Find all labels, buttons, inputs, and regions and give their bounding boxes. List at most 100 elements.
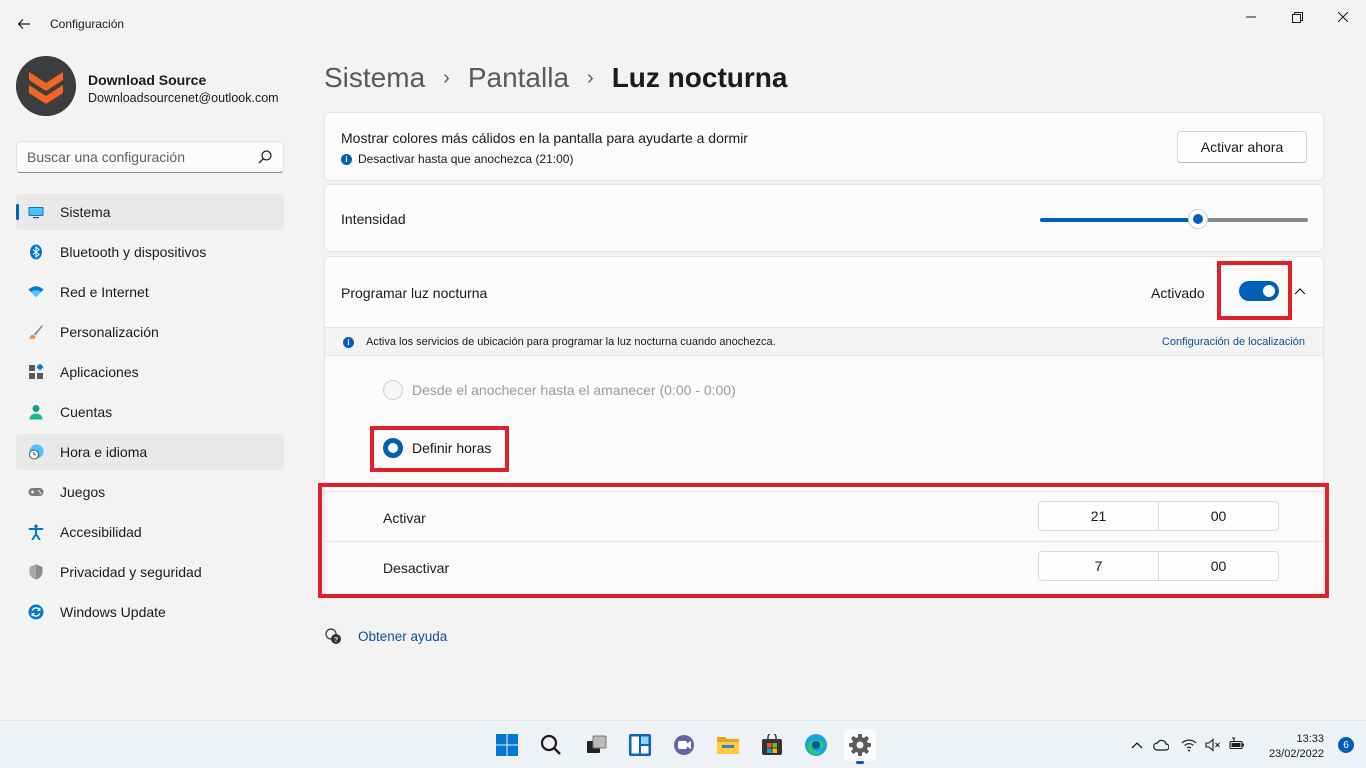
schedule-header[interactable]: Programar luz nocturna Activado — [325, 257, 1323, 327]
intensity-label: Intensidad — [341, 211, 406, 227]
turn-off-row: Desactivar 7 00 — [325, 541, 1323, 593]
task-view-button[interactable] — [581, 729, 613, 761]
avatar — [16, 56, 76, 116]
settings-app-button[interactable] — [844, 729, 876, 764]
sidebar-item-bluetooth[interactable]: Bluetooth y dispositivos — [16, 234, 284, 270]
radio-button[interactable] — [383, 380, 403, 400]
battery-charging-icon[interactable] — [1229, 737, 1245, 753]
sidebar-item-red[interactable]: Red e Internet — [16, 274, 284, 310]
monitor-icon — [28, 207, 44, 219]
svg-text:?: ? — [334, 637, 338, 644]
brush-icon — [29, 325, 43, 339]
sidebar-item-label: Red e Internet — [60, 284, 149, 300]
hour-field[interactable]: 7 — [1039, 552, 1158, 580]
radio-sunset-sunrise[interactable]: Desde el anochecer hasta el amanecer (0:… — [383, 379, 736, 401]
notification-badge[interactable]: 6 — [1338, 737, 1354, 753]
sidebar-item-accesibilidad[interactable]: Accesibilidad — [16, 514, 284, 550]
close-button[interactable] — [1320, 0, 1366, 34]
get-help-label: Obtener ayuda — [358, 628, 448, 644]
arrow-left-icon — [17, 19, 30, 29]
schedule-card: Programar luz nocturna Activado i Activa… — [324, 256, 1324, 596]
search-input[interactable] — [27, 142, 257, 172]
breadcrumb-separator: › — [443, 66, 450, 89]
minute-field[interactable]: 00 — [1158, 552, 1278, 580]
schedule-status: Activado — [1151, 285, 1205, 301]
windows-start-icon — [496, 734, 518, 756]
slider-fill — [1040, 218, 1199, 222]
night-light-status: i Desactivar hasta que anochezca (21:00) — [341, 152, 573, 166]
widgets-button[interactable] — [624, 729, 656, 761]
sidebar-item-hora-idioma[interactable]: Hora e idioma — [16, 434, 284, 470]
edge-icon — [805, 734, 827, 756]
edge-browser-button[interactable] — [800, 729, 832, 761]
brand-logo-icon — [16, 56, 76, 116]
sidebar-item-label: Privacidad y seguridad — [60, 564, 202, 580]
sidebar-item-label: Cuentas — [60, 404, 113, 420]
sidebar-item-juegos[interactable]: Juegos — [16, 474, 284, 510]
location-info-text: Activa los servicios de ubicación para p… — [366, 336, 776, 348]
help-icon: ? — [325, 628, 341, 644]
apps-icon — [29, 364, 44, 379]
search-icon[interactable] — [257, 149, 273, 165]
close-icon — [1338, 12, 1348, 22]
microsoft-store-button[interactable] — [756, 729, 788, 761]
sidebar-item-label: Windows Update — [60, 604, 166, 620]
breadcrumb-pantalla[interactable]: Pantalla — [468, 62, 569, 94]
restore-button[interactable] — [1274, 0, 1320, 34]
search-icon — [540, 734, 561, 755]
clock-globe-icon — [29, 444, 44, 460]
night-light-description: Mostrar colores más cálidos en la pantal… — [341, 130, 748, 146]
volume-muted-icon[interactable] — [1205, 737, 1221, 753]
sidebar-item-windows-update[interactable]: Windows Update — [16, 594, 284, 630]
wifi-icon[interactable] — [1181, 737, 1197, 753]
task-view-icon — [587, 735, 607, 753]
taskbar: 13:33 23/02/2022 6 — [0, 720, 1366, 768]
active-indicator — [16, 204, 19, 220]
intensity-slider[interactable] — [1040, 209, 1308, 229]
hour-field[interactable]: 21 — [1039, 502, 1158, 530]
minute-field[interactable]: 00 — [1158, 502, 1278, 530]
turn-off-time-picker[interactable]: 7 00 — [1038, 551, 1279, 581]
gamepad-icon — [28, 488, 44, 496]
breadcrumb-sistema[interactable]: Sistema — [324, 62, 425, 94]
breadcrumb-separator: › — [587, 66, 594, 89]
wifi-icon — [28, 286, 44, 297]
location-settings-link[interactable]: Configuración de localización — [1162, 336, 1305, 348]
user-profile[interactable]: Download Source Downloadsourcenet@outloo… — [16, 56, 286, 118]
onedrive-cloud-icon[interactable] — [1153, 737, 1169, 753]
file-explorer-button[interactable] — [712, 729, 744, 761]
app-title: Configuración — [50, 17, 125, 31]
turn-on-label: Activar — [383, 510, 426, 526]
sidebar-item-personalizacion[interactable]: Personalización — [16, 314, 284, 350]
minimize-button[interactable] — [1228, 0, 1274, 34]
get-help-link[interactable]: ? Obtener ayuda — [324, 626, 447, 646]
sidebar-item-sistema[interactable]: Sistema — [16, 194, 284, 230]
sidebar-item-aplicaciones[interactable]: Aplicaciones — [16, 354, 284, 390]
profile-email: Downloadsourcenet@outlook.com — [88, 91, 279, 105]
clock-time: 13:33 — [1296, 733, 1324, 745]
slider-thumb[interactable] — [1188, 209, 1209, 229]
turn-on-time-picker[interactable]: 21 00 — [1038, 501, 1279, 531]
sidebar-item-label: Hora e idioma — [60, 444, 148, 460]
clock[interactable]: 13:33 23/02/2022 — [1269, 732, 1324, 762]
profile-name: Download Source — [88, 72, 207, 88]
sidebar-item-cuentas[interactable]: Cuentas — [16, 394, 284, 430]
start-button[interactable] — [491, 729, 523, 761]
radio-set-hours[interactable]: Definir horas — [383, 437, 491, 459]
teams-chat-button[interactable] — [668, 729, 700, 761]
widgets-icon — [629, 734, 651, 756]
sidebar-item-label: Juegos — [60, 484, 106, 500]
sidebar-item-privacidad[interactable]: Privacidad y seguridad — [16, 554, 284, 590]
sidebar-item-label: Sistema — [60, 204, 111, 220]
search-box[interactable] — [16, 141, 284, 173]
shield-icon — [29, 564, 43, 580]
back-button[interactable] — [10, 10, 38, 38]
activate-now-button[interactable]: Activar ahora — [1177, 131, 1307, 163]
chevron-up-icon[interactable] — [1293, 284, 1307, 298]
schedule-toggle[interactable] — [1239, 281, 1279, 301]
taskbar-search-button[interactable] — [535, 729, 567, 761]
radio-button[interactable] — [383, 438, 403, 458]
radio-sunset-label: Desde el anochecer hasta el amanecer (0:… — [412, 382, 736, 398]
chevron-up-icon[interactable] — [1129, 737, 1145, 753]
minimize-icon — [1246, 16, 1256, 18]
